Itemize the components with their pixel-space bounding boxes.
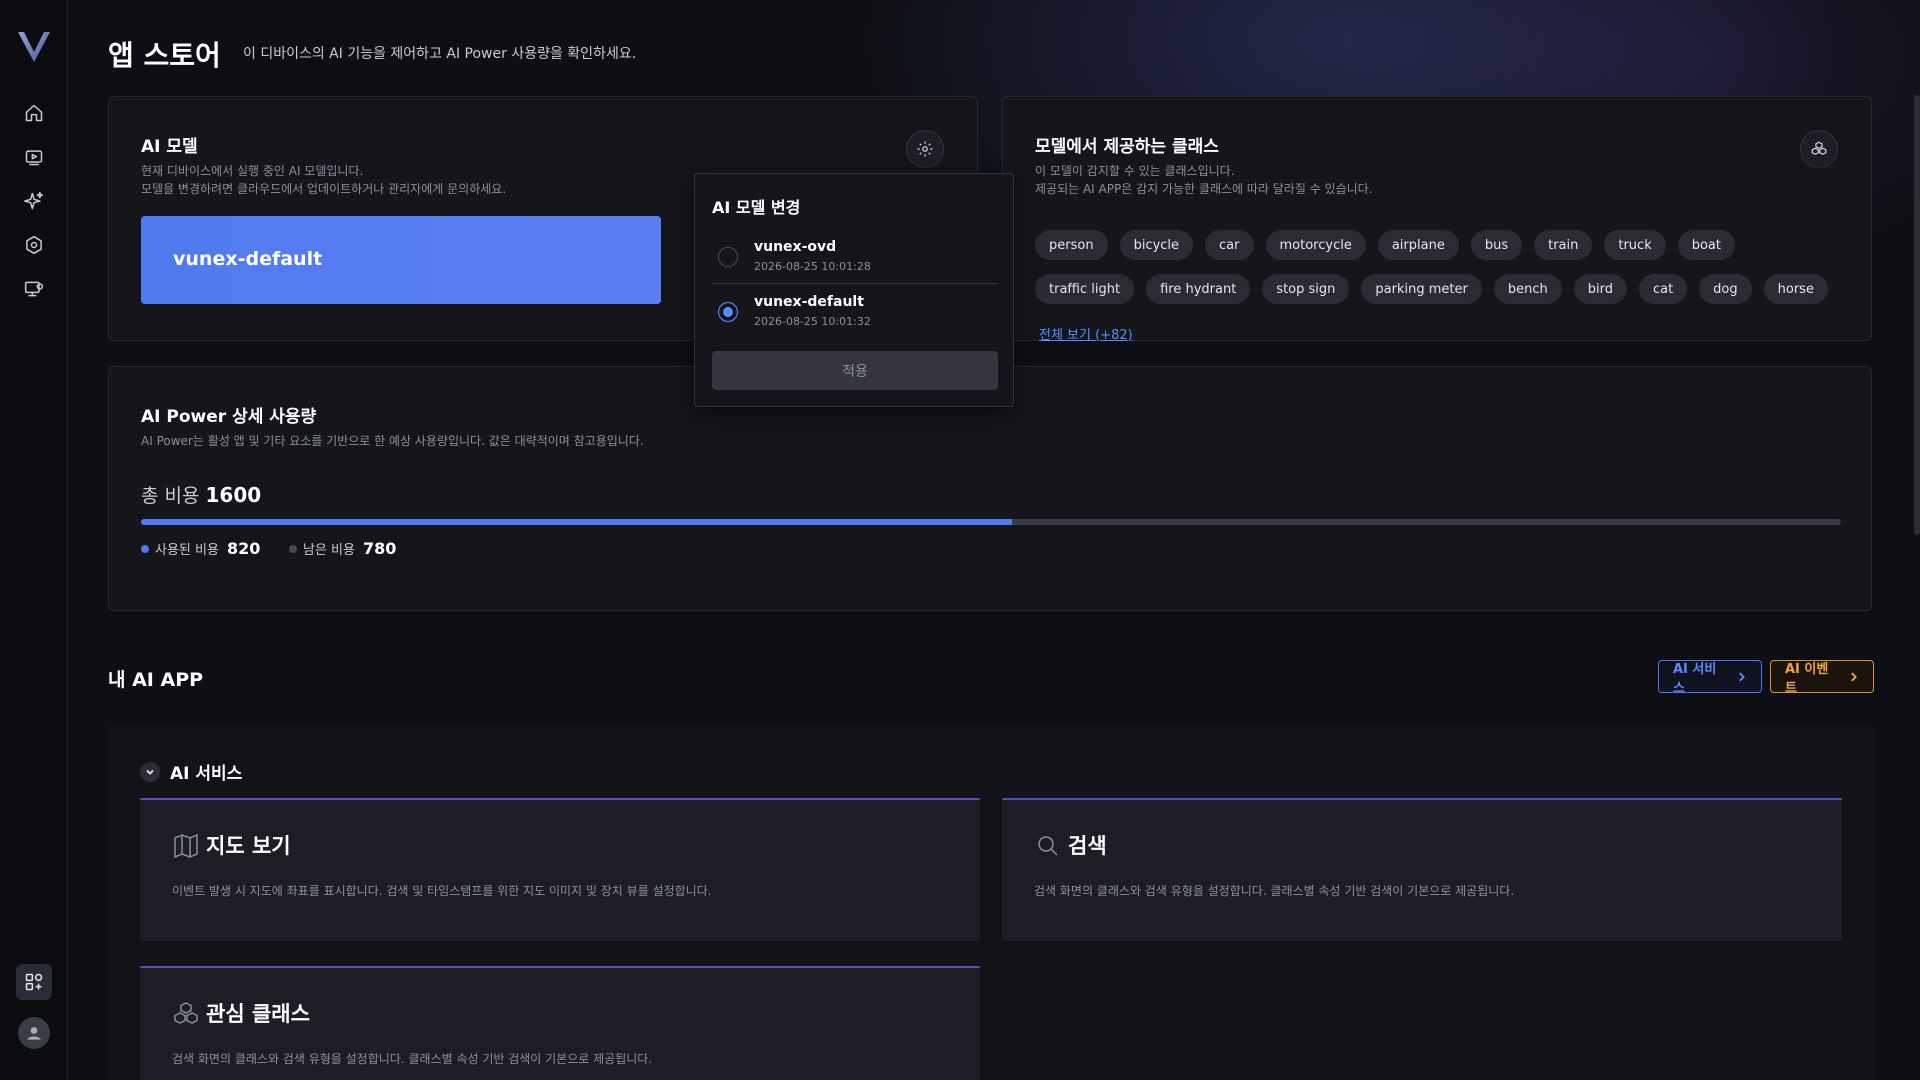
apply-button[interactable]: 적용 (712, 351, 998, 390)
monitor-settings-icon[interactable] (20, 275, 48, 303)
class-chip: fire hydrant (1146, 274, 1251, 304)
used-label: 사용된 비용 (155, 543, 219, 558)
class-chip: airplane (1377, 230, 1459, 260)
cubes-icon (1811, 141, 1827, 155)
ai-model-sub-2: 모델을 변경하려면 클라우드에서 업데이트하거나 관리자에게 문의하세요. (141, 182, 507, 196)
power-progress-fill (141, 519, 1013, 525)
used-dot (141, 544, 149, 553)
app-card-description: 이벤트 발생 시 지도에 좌표를 표시합니다. 검색 및 타임스탬프를 위한 지… (172, 884, 712, 898)
brand-logo[interactable] (16, 30, 52, 64)
sidebar (0, 0, 68, 1080)
used-legend: 사용된 비용 820 (141, 539, 260, 558)
app-store-button[interactable] (16, 964, 52, 1000)
model-radio-selected[interactable] (718, 302, 738, 322)
sparkle-icon[interactable] (20, 187, 48, 215)
remaining-dot (289, 544, 297, 553)
page-description: 이 디바이스의 AI 기능을 제어하고 AI Power 사용량을 확인하세요. (243, 46, 637, 62)
model-option-name: vunex-ovd (754, 239, 837, 255)
ai-power-sub: AI Power는 활성 앱 및 기타 요소를 기반으로 한 예상 사용량입니다… (141, 434, 644, 448)
chevron-down-icon (140, 761, 160, 782)
app-card-title: 지도 보기 (206, 834, 291, 858)
model-option-time: 2026-08-25 10:01:28 (754, 260, 871, 273)
ai-service-button-label: AI 서비스 (1673, 661, 1717, 696)
class-chip: truck (1604, 230, 1666, 260)
classes-card: 모델에서 제공하는 클래스 이 모델이 감지할 수 있는 클래스입니다. 제공되… (1002, 96, 1872, 343)
ai-model-sub-1: 현재 디바이스에서 실행 중인 AI 모델입니다. (141, 164, 364, 178)
remaining-value: 780 (362, 539, 397, 558)
gear-icon (917, 141, 933, 157)
app-card-interest-class[interactable]: 관심 클래스 검색 화면의 클래스와 검색 유형을 설정합니다. 클래스별 속성… (140, 966, 980, 1080)
class-chip: stop sign (1262, 274, 1350, 304)
ai-power-title: AI Power 상세 사용량 (141, 407, 317, 427)
class-chip: horse (1763, 274, 1828, 304)
class-chip: motorcycle (1265, 230, 1366, 260)
ai-event-button[interactable]: AI 이벤트 (1770, 660, 1874, 696)
cubes-icon (172, 1000, 200, 1028)
model-option-vunex-ovd[interactable]: vunex-ovd 2026-08-25 10:01:28 (712, 229, 998, 283)
app-card-description: 검색 화면의 클래스와 검색 유형을 설정합니다. 클래스별 속성 기반 검색이… (1034, 884, 1515, 898)
app-card-search[interactable]: 검색 검색 화면의 클래스와 검색 유형을 설정합니다. 클래스별 속성 기반 … (1002, 798, 1842, 941)
page-title: 앱 스토어 (108, 39, 221, 72)
class-chip: traffic light (1035, 274, 1135, 304)
popover-title: AI 모델 변경 (712, 198, 801, 217)
classes-sub-2: 제공되는 AI APP은 감지 가능한 클래스에 따라 달라질 수 있습니다. (1035, 182, 1373, 196)
ai-event-button-label: AI 이벤트 (1785, 661, 1829, 696)
classes-sub-1: 이 모델이 감지할 수 있는 클래스입니다. (1035, 164, 1235, 178)
model-option-time: 2026-08-25 10:01:32 (754, 315, 871, 328)
app-card-title: 검색 (1068, 834, 1107, 858)
settings-icon[interactable] (20, 231, 48, 259)
main-content: 앱 스토어 이 디바이스의 AI 기능을 제어하고 AI Power 사용량을 … (68, 0, 1920, 1080)
app-card-title: 관심 클래스 (206, 1002, 310, 1026)
class-chip-list: person bicycle car motorcycle airplane bus tra… (1035, 230, 1835, 348)
class-chip: bus (1470, 230, 1523, 260)
total-cost-label: 총 비용 (141, 485, 200, 507)
video-icon[interactable] (20, 143, 48, 171)
total-cost-value: 1600 (205, 483, 262, 507)
ai-service-button[interactable]: AI 서비스 (1658, 660, 1762, 696)
ai-service-group-toggle[interactable]: AI 서비스 (140, 759, 242, 784)
model-radio[interactable] (718, 247, 738, 267)
app-card-description: 검색 화면의 클래스와 검색 유형을 설정합니다. 클래스별 속성 기반 검색이… (172, 1052, 653, 1066)
model-option-name: vunex-default (754, 294, 864, 310)
page-scrollbar[interactable] (1914, 95, 1920, 535)
my-ai-app-title: 내 AI APP (108, 669, 204, 691)
classes-title: 모델에서 제공하는 클래스 (1035, 137, 1219, 157)
class-chip: train (1534, 230, 1593, 260)
search-icon (1034, 832, 1062, 860)
user-avatar[interactable] (18, 1017, 50, 1049)
model-change-popover: AI 모델 변경 vunex-ovd 2026-08-25 10:01:28 v… (694, 173, 1014, 407)
current-model-banner: vunex-default (141, 216, 661, 304)
class-chip: parking meter (1361, 274, 1482, 304)
home-icon[interactable] (20, 99, 48, 127)
class-chip: cat (1638, 274, 1688, 304)
ai-service-group-title: AI 서비스 (170, 764, 243, 784)
class-chip: bird (1573, 274, 1627, 304)
class-chip: boat (1677, 230, 1735, 260)
class-chip: bicycle (1119, 230, 1194, 260)
used-value: 820 (226, 539, 261, 558)
app-card-map[interactable]: 지도 보기 이벤트 발생 시 지도에 좌표를 표시합니다. 검색 및 타임스탬프… (140, 798, 980, 941)
class-chip: person (1035, 230, 1108, 260)
chevron-right-icon (1738, 672, 1745, 681)
current-model-name: vunex-default (173, 248, 323, 270)
classes-info-button[interactable] (1800, 130, 1838, 168)
model-settings-button[interactable] (906, 130, 944, 168)
remaining-legend: 남은 비용 780 (289, 539, 396, 558)
remaining-label: 남은 비용 (303, 543, 355, 558)
ai-service-group: AI 서비스 지도 보기 이벤트 발생 시 지도에 좌표를 표시합니다. 검색 … (108, 723, 1874, 1080)
ai-model-title: AI 모델 (141, 137, 198, 157)
class-chip: car (1205, 230, 1254, 260)
map-icon (172, 832, 200, 860)
view-all-classes-link[interactable]: 전체 보기 (+82) (1035, 318, 1133, 348)
total-cost: 총 비용 1600 (141, 481, 261, 508)
model-option-vunex-default[interactable]: vunex-default 2026-08-25 10:01:32 (712, 284, 998, 338)
class-chip: dog (1699, 274, 1752, 304)
power-progress-bar (141, 519, 1841, 525)
class-chip: bench (1493, 274, 1562, 304)
chevron-right-icon (1850, 672, 1857, 681)
